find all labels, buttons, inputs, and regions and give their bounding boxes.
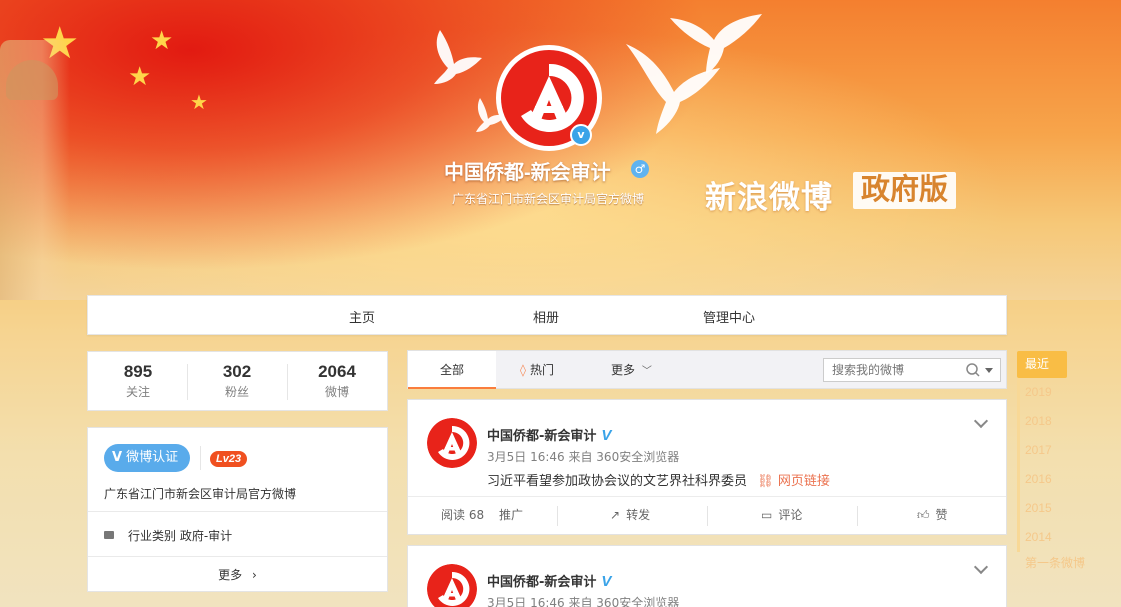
verification-description: 广东省江门市新会区审计局官方微博 (104, 487, 297, 501)
nav-album[interactable]: 相册 (533, 307, 559, 326)
search-dropdown-icon[interactable] (985, 368, 993, 373)
flag-star-icon: ★ (190, 90, 208, 114)
weibo-verification-badge[interactable]: V 微博认证 (104, 444, 190, 472)
post-author-name[interactable]: 中国侨都-新会审计 V (487, 425, 611, 444)
tab-hot-label: 热门 (529, 363, 554, 377)
like-button[interactable]: 👍︎ 赞 (917, 497, 948, 535)
info-panel: V 微博认证 Lv23 广东省江门市新会区审计局官方微博 行业类别 政府-审计 更… (87, 427, 388, 592)
nav-management-center[interactable]: 管理中心 (703, 307, 755, 326)
divider (88, 511, 387, 512)
tab-more[interactable]: 更多 ﹀ (611, 351, 652, 389)
post-author-avatar[interactable] (427, 418, 477, 468)
more-label: 更多 (218, 568, 243, 582)
web-link-label: 网页链接 (777, 474, 830, 489)
stat-following[interactable]: 895 关注 (88, 362, 188, 400)
audit-logo-icon (427, 418, 477, 468)
briefcase-icon (104, 531, 114, 539)
timeline-year[interactable]: 2016 (1017, 465, 1089, 494)
dove-icon (670, 14, 762, 74)
like-label: 赞 (935, 508, 948, 522)
timeline-year[interactable]: 2015 (1017, 494, 1089, 523)
male-gender-icon: ♂ (631, 160, 649, 178)
timeline-year[interactable]: 2018 (1017, 407, 1089, 436)
post-actions: 阅读 68 推广 ↗ 转发 ▭ 评论 👍︎ 赞 (408, 496, 1006, 534)
chevron-down-icon[interactable] (973, 559, 989, 575)
search-icon[interactable] (965, 362, 981, 378)
tab-hot[interactable]: ◊ 热门 (520, 351, 554, 389)
stat-followers[interactable]: 302 粉丝 (187, 362, 287, 400)
repost-label: 转发 (626, 508, 651, 522)
post-text: 习近平看望参加政协会议的文艺界社科界委员 ⛓ 网页链接 (487, 470, 830, 489)
profile-nav: 主页 相册 管理中心 (87, 295, 1007, 335)
stat-value: 2064 (318, 362, 356, 381)
stat-label: 微博 (324, 385, 349, 399)
year-timeline: 最近 2019 2018 2017 2016 2015 2014 第一条微博 (1017, 351, 1089, 571)
profile-name: 中国侨都-新会审计 (444, 162, 611, 184)
industry-label: 行业类别 (128, 529, 177, 543)
link-icon: ⛓ (757, 474, 774, 489)
post-body: 习近平看望参加政协会议的文艺界社科界委员 (487, 474, 748, 489)
dove-icon (434, 30, 482, 84)
divider (200, 446, 201, 470)
timeline-recent[interactable]: 最近 (1017, 351, 1067, 378)
divider (88, 556, 387, 557)
chevron-down-icon: ﹀ (641, 366, 652, 377)
promote-button[interactable]: 推广 (499, 497, 523, 535)
stat-value: 302 (222, 362, 252, 381)
level-badge[interactable]: Lv23 (210, 451, 248, 467)
comment-icon: ▭ (761, 508, 773, 522)
tab-more-label: 更多 (611, 363, 636, 377)
timeline-year[interactable]: 2014 (1017, 523, 1089, 552)
chevron-down-icon[interactable] (973, 413, 989, 429)
web-link[interactable]: ⛓ 网页链接 (757, 474, 830, 489)
post-meta[interactable]: 3月5日 16:46 来自 360安全浏览器 (487, 594, 679, 607)
verification-label: 微博认证 (126, 450, 179, 465)
profile-description: 广东省江门市新会区审计局官方微博 (452, 192, 645, 206)
divider (557, 506, 558, 526)
repost-button[interactable]: ↗ 转发 (610, 497, 650, 535)
stat-label: 关注 (125, 385, 150, 399)
nav-home[interactable]: 主页 (349, 307, 375, 326)
timeline-first-post[interactable]: 第一条微博 (1017, 554, 1089, 571)
post-author-name[interactable]: 中国侨都-新会审计 V (487, 571, 611, 590)
government-edition-badge: 政府版 (853, 172, 957, 209)
verified-icon: V (601, 573, 612, 590)
stat-label: 粉丝 (224, 385, 249, 399)
chevron-right-icon: › (252, 568, 257, 582)
more-info-link[interactable]: 更多 › (88, 566, 387, 583)
audit-logo-icon (427, 564, 477, 607)
profile-banner: ★ ★ ★ ★ v 中国侨都-新会审计 ♂ 广东省江门市新会区审计局官方微博 新… (0, 0, 1121, 300)
feed-tabs: 全部 ◊ 热门 更多 ﹀ (407, 350, 1007, 389)
post-author-label: 中国侨都-新会审计 (487, 575, 597, 590)
stat-posts[interactable]: 2064 微博 (287, 362, 387, 400)
divider (707, 506, 708, 526)
tab-all[interactable]: 全部 (408, 351, 496, 389)
thumbs-up-icon: 👍︎ (917, 508, 930, 522)
verified-icon: V (112, 450, 123, 465)
flame-icon: ◊ (520, 363, 526, 377)
weibo-brand-text: 新浪微博 (705, 180, 833, 215)
repost-icon: ↗ (610, 508, 621, 522)
verified-icon: V (601, 427, 612, 444)
comment-button[interactable]: ▭ 评论 (761, 497, 802, 535)
timeline-year[interactable]: 2017 (1017, 436, 1089, 465)
comment-label: 评论 (778, 508, 803, 522)
huabiao-pillar-decoration (0, 40, 70, 300)
industry-row: 行业类别 政府-审计 (104, 527, 232, 544)
post-card: 中国侨都-新会审计 V 3月5日 16:46 来自 360安全浏览器 (407, 545, 1007, 607)
post-author-avatar[interactable] (427, 564, 477, 607)
post-card: 中国侨都-新会审计 V 3月5日 16:46 来自 360安全浏览器 习近平看望参… (407, 399, 1007, 535)
verified-icon: v (570, 124, 592, 146)
flag-star-icon: ★ (128, 62, 152, 92)
stats-panel: 895 关注 302 粉丝 2064 微博 (87, 351, 388, 411)
read-count: 阅读 68 (441, 508, 485, 522)
post-meta[interactable]: 3月5日 16:46 来自 360安全浏览器 (487, 448, 679, 465)
stat-value: 895 (123, 362, 153, 381)
timeline-year[interactable]: 2019 (1017, 378, 1089, 407)
divider (857, 506, 858, 526)
post-author-label: 中国侨都-新会审计 (487, 429, 597, 444)
industry-value: 政府-审计 (179, 529, 233, 543)
flag-star-icon: ★ (150, 26, 174, 56)
